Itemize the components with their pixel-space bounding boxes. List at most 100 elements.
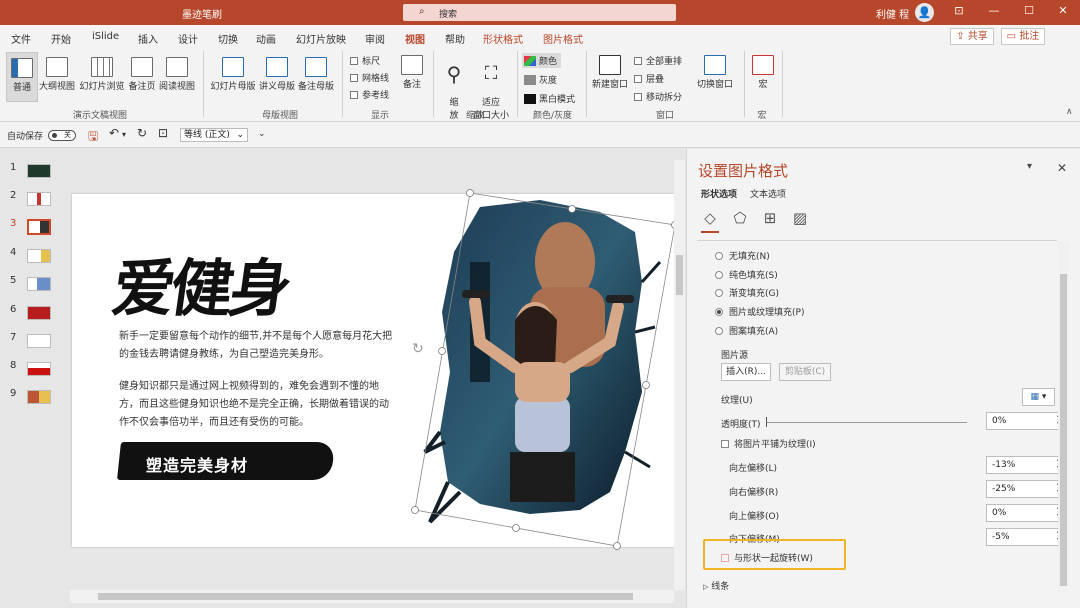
tab-review[interactable]: 审阅 xyxy=(365,31,385,46)
tab-shape-options[interactable]: 形状选项 xyxy=(701,187,737,200)
handout-master-button[interactable]: 讲义母版 xyxy=(258,57,296,92)
tab-text-options[interactable]: 文本选项 xyxy=(750,187,786,200)
save-icon[interactable]: 🖫 xyxy=(88,127,98,148)
new-window-button[interactable]: 新建窗口 xyxy=(592,55,628,90)
chevron-right-icon: ▷ xyxy=(703,583,709,591)
normal-view-button[interactable]: 普通 xyxy=(6,52,38,102)
offset-right-input[interactable]: -25% xyxy=(986,480,1064,498)
slide-thumbnail[interactable] xyxy=(27,277,51,291)
undo-dropdown-icon[interactable]: ▾ xyxy=(122,130,126,139)
slide-paragraph-2[interactable]: 健身知识都只是通过网上视频得到的，难免会遇到不懂的地方，而且这些健身知识也绝不是… xyxy=(119,378,394,432)
tab-help[interactable]: 帮助 xyxy=(445,31,465,46)
tab-insert[interactable]: 插入 xyxy=(138,31,158,46)
close-icon[interactable]: ✕ xyxy=(1057,161,1067,175)
undo-icon[interactable]: ↶ xyxy=(109,126,119,140)
tab-islide[interactable]: iSlide xyxy=(92,31,119,42)
cascade-button[interactable]: 层叠 xyxy=(634,72,664,85)
pane-scrollbar[interactable] xyxy=(1058,242,1069,592)
slide-master-button[interactable]: 幻灯片母版 xyxy=(209,57,257,92)
customize-qat-icon[interactable]: ⌄ xyxy=(258,129,266,139)
font-selector[interactable]: 等线 (正文) ⌄ xyxy=(180,128,248,142)
slide-number: 8 xyxy=(10,360,17,371)
color-mode-button[interactable]: 颜色 xyxy=(522,53,562,68)
share-button[interactable]: ⇪ 共享 xyxy=(950,28,994,45)
comment-button[interactable]: ▭ 批注 xyxy=(1001,28,1045,45)
notes-master-button[interactable]: 备注母版 xyxy=(297,57,335,92)
vertical-scrollbar[interactable] xyxy=(674,160,685,590)
reading-view-button[interactable]: 阅读视图 xyxy=(158,57,196,92)
minimize-button[interactable]: — xyxy=(985,4,1003,17)
clipboard-button[interactable]: 剪贴板(C) xyxy=(779,363,831,381)
guides-checkbox[interactable]: 参考线 xyxy=(350,88,389,101)
transparency-input[interactable]: 0% xyxy=(986,412,1064,430)
close-button[interactable]: ✕ xyxy=(1054,4,1072,17)
tab-design[interactable]: 设计 xyxy=(178,31,198,46)
slide-thumbnail[interactable] xyxy=(27,334,51,348)
slide-thumbnail[interactable] xyxy=(27,192,51,206)
offset-left-input[interactable]: -13% xyxy=(986,456,1064,474)
transparency-slider[interactable] xyxy=(766,417,967,427)
offset-bottom-input[interactable]: -5% xyxy=(986,528,1064,546)
avatar[interactable]: 👤 xyxy=(915,3,934,22)
macro-button[interactable]: 宏 xyxy=(751,55,775,90)
line-section[interactable]: ▷ 线条 xyxy=(703,579,729,592)
maximize-button[interactable]: ☐ xyxy=(1020,4,1038,17)
tab-transitions[interactable]: 切换 xyxy=(218,31,238,46)
group-label-zoom: 缩放 xyxy=(465,111,484,121)
search-icon: ⌕ xyxy=(419,6,425,17)
banner-text[interactable]: 塑造完美身材 xyxy=(146,452,248,476)
no-fill-radio[interactable]: 无填充(N) xyxy=(715,249,770,262)
arrange-all-button[interactable]: 全部重排 xyxy=(634,54,682,67)
present-icon[interactable]: ⊡ xyxy=(158,126,168,140)
tab-picture-format[interactable]: 图片格式 xyxy=(543,31,583,46)
quick-access-toolbar: 自动保存 关 🖫 ↶ ▾ ↻ ⊡ 等线 (正文) ⌄ ⌄ xyxy=(0,122,1080,148)
solid-fill-radio[interactable]: 纯色填充(S) xyxy=(715,268,778,281)
insert-picture-button[interactable]: 插入(R)... xyxy=(721,363,771,381)
slide-thumbnail-active[interactable] xyxy=(27,219,51,235)
gradient-fill-radio[interactable]: 渐变填充(G) xyxy=(715,286,779,299)
search-placeholder: 搜索 xyxy=(439,10,458,20)
redo-icon[interactable]: ↻ xyxy=(137,126,147,140)
picture-fill-radio[interactable]: 图片或纹理填充(P) xyxy=(715,305,804,318)
ruler-checkbox[interactable]: 标尺 xyxy=(350,54,380,67)
tab-home[interactable]: 开始 xyxy=(51,31,71,46)
slide-sorter-button[interactable]: 幻灯片浏览 xyxy=(78,57,126,92)
move-split-button[interactable]: 移动拆分 xyxy=(634,90,682,103)
resize-handle xyxy=(512,524,520,532)
tab-view[interactable]: 视图 xyxy=(405,31,425,51)
pane-options-icon[interactable]: ▾ xyxy=(1027,161,1032,172)
ribbon-display-icon[interactable]: ⊡ xyxy=(950,4,968,17)
slide-thumbnail[interactable] xyxy=(27,390,51,404)
texture-dropdown[interactable]: ▦ ▾ xyxy=(1022,388,1055,406)
collapse-ribbon-icon[interactable]: ∧ xyxy=(1066,107,1073,117)
tab-file[interactable]: 文件 xyxy=(11,31,31,46)
horizontal-scrollbar[interactable] xyxy=(70,590,674,603)
pattern-fill-radio[interactable]: 图案填充(A) xyxy=(715,324,778,337)
outline-view-button[interactable]: 大纲视图 xyxy=(38,57,76,92)
notes-button[interactable]: 备注 xyxy=(400,55,424,90)
gridlines-checkbox[interactable]: 网格线 xyxy=(350,71,389,84)
picture-icon[interactable]: ▨ xyxy=(791,209,809,227)
notes-page-button[interactable]: 备注页 xyxy=(127,57,157,92)
slide-thumbnail[interactable] xyxy=(27,306,51,320)
slide-title[interactable]: 爱健身 xyxy=(108,238,295,328)
slide-thumbnail[interactable] xyxy=(27,164,51,178)
slide-thumbnail[interactable] xyxy=(27,362,51,376)
switch-window-button[interactable]: 切换窗口 xyxy=(694,55,736,90)
tab-animations[interactable]: 动画 xyxy=(256,31,276,46)
effects-icon[interactable]: ⬠ xyxy=(731,209,749,227)
tile-texture-checkbox[interactable]: 将图片平铺为纹理(I) xyxy=(721,437,816,450)
autosave-toggle[interactable]: 关 xyxy=(48,130,76,141)
black-white-button[interactable]: 黑白模式 xyxy=(524,92,575,105)
size-properties-icon[interactable]: ⊞ xyxy=(761,209,779,227)
fill-line-icon[interactable]: ◇ xyxy=(701,209,719,233)
slide-thumbnail[interactable] xyxy=(27,249,51,263)
offset-top-input[interactable]: 0% xyxy=(986,504,1064,522)
search-box[interactable]: ⌕ 搜索 xyxy=(403,4,676,21)
grayscale-button[interactable]: 灰度 xyxy=(524,73,557,86)
tab-slideshow[interactable]: 幻灯片放映 xyxy=(296,31,346,46)
user-name[interactable]: 利健 程 xyxy=(876,6,909,21)
tab-shape-format[interactable]: 形状格式 xyxy=(483,31,523,46)
magnifier-icon: ⚲ xyxy=(446,62,462,86)
slide-paragraph-1[interactable]: 新手一定要留意每个动作的细节,并不是每个人愿意每月花大把的金钱去聘请健身教练，为… xyxy=(119,328,394,364)
